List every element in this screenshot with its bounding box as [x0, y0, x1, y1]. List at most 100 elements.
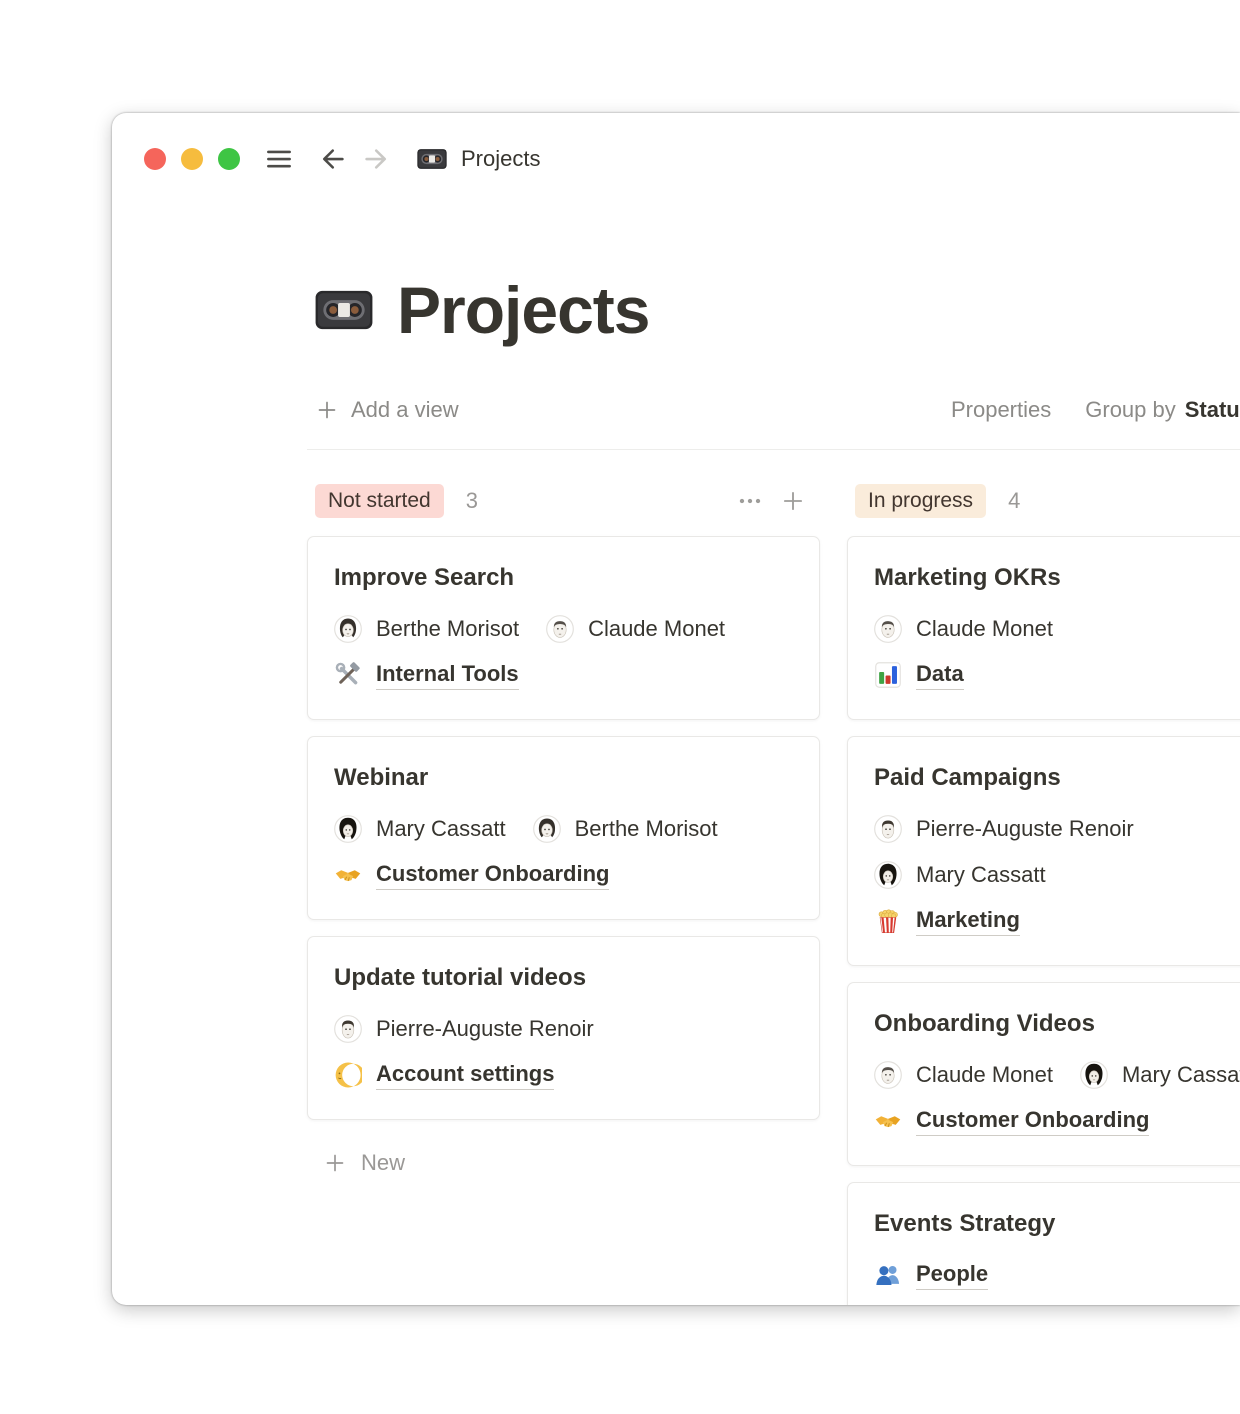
relation-link[interactable]: Account settings	[376, 1061, 554, 1090]
titlebar: Projects	[112, 113, 1240, 205]
traffic-light-zoom[interactable]	[218, 148, 240, 170]
group-by-label: Group by	[1085, 397, 1176, 422]
person-name: Berthe Morisot	[376, 616, 519, 642]
handshake-icon	[334, 861, 362, 889]
person-name: Berthe Morisot	[575, 816, 718, 842]
status-badge[interactable]: Not started	[315, 484, 444, 518]
link-row: Customer Onboarding	[334, 859, 793, 891]
add-view-label: Add a view	[351, 397, 459, 423]
status-badge[interactable]: In progress	[855, 484, 986, 518]
people-row: Mary Cassatt Berthe Morisot	[334, 813, 793, 845]
relation-link[interactable]: Marketing	[916, 907, 1020, 936]
busts-in-silhouette-icon	[874, 1261, 902, 1289]
person-name: Pierre-Auguste Renoir	[376, 1016, 594, 1042]
people-row: Pierre-Auguste Renoir	[874, 813, 1240, 845]
avatar-mary-cassatt	[874, 861, 902, 889]
page-content: Projects Add a view Properties Group by S…	[112, 277, 1240, 1305]
card-marketing-okrs[interactable]: Marketing OKRs Claude Monet Data	[847, 536, 1240, 720]
sidebar-menu-icon[interactable]	[264, 144, 294, 174]
person: Claude Monet	[874, 1061, 1053, 1089]
traffic-light-minimize[interactable]	[181, 148, 203, 170]
videocassette-icon	[313, 279, 375, 341]
column-in-progress: In progress 4 Marketing OKRs Claude Mone…	[847, 482, 1240, 1305]
group-by-value: Status	[1185, 397, 1240, 422]
card-title: Webinar	[334, 763, 793, 793]
more-options-icon[interactable]	[737, 488, 763, 514]
kanban-board: Not started 3 Improve Search Berthe Mori…	[307, 482, 1240, 1305]
link-row: Account settings	[334, 1059, 793, 1091]
column-header: In progress 4	[847, 482, 1240, 520]
column-actions	[737, 488, 820, 514]
avatar-mary-cassatt	[334, 815, 362, 843]
column-count: 4	[1008, 488, 1020, 514]
person: Claude Monet	[546, 615, 725, 643]
group-by-button[interactable]: Group by Status	[1085, 397, 1240, 423]
page-title-row: Projects	[307, 277, 1240, 343]
card-title: Events Strategy	[874, 1209, 1240, 1239]
relation-link[interactable]: Customer Onboarding	[376, 861, 609, 890]
column-not-started: Not started 3 Improve Search Berthe Mori…	[307, 482, 820, 1305]
add-card-icon[interactable]	[780, 488, 806, 514]
videocassette-icon	[416, 143, 448, 175]
relation-link[interactable]: Customer Onboarding	[916, 1107, 1149, 1136]
person: Mary Cassatt	[874, 861, 1046, 889]
people-row: Claude Monet	[874, 613, 1240, 645]
forward-arrow-icon[interactable]	[361, 144, 391, 174]
card-title: Improve Search	[334, 563, 793, 593]
people-row: Claude Monet Mary Cassatt	[874, 1059, 1240, 1091]
traffic-light-close[interactable]	[144, 148, 166, 170]
relation-link[interactable]: Internal Tools	[376, 661, 519, 690]
toolbar-right: Properties Group by Status	[951, 391, 1240, 429]
hammer-and-wrench-icon	[334, 661, 362, 689]
person: Berthe Morisot	[533, 815, 718, 843]
person-name: Mary Cassatt	[376, 816, 506, 842]
person: Pierre-Auguste Renoir	[874, 815, 1134, 843]
plus-icon	[315, 398, 339, 422]
back-arrow-icon[interactable]	[318, 144, 348, 174]
people-row: Pierre-Auguste Renoir	[334, 1013, 793, 1045]
avatar-pierre-auguste-renoir	[874, 815, 902, 843]
person-name: Claude Monet	[588, 616, 725, 642]
divider	[307, 449, 1240, 450]
person: Berthe Morisot	[334, 615, 519, 643]
new-card-label: New	[361, 1150, 405, 1176]
person-name: Mary Cassatt	[1122, 1062, 1240, 1088]
people-row: Mary Cassatt	[874, 859, 1240, 891]
add-view-button[interactable]: Add a view	[307, 397, 459, 423]
page-title: Projects	[397, 277, 649, 343]
avatar-claude-monet	[874, 615, 902, 643]
card-title: Update tutorial videos	[334, 963, 793, 993]
person-name: Claude Monet	[916, 616, 1053, 642]
new-card-button[interactable]: New	[307, 1150, 820, 1176]
link-row: Internal Tools	[334, 659, 793, 691]
properties-button[interactable]: Properties	[951, 397, 1051, 423]
link-row: Customer Onboarding	[874, 1105, 1240, 1137]
card-update-tutorial-videos[interactable]: Update tutorial videos Pierre-Auguste Re…	[307, 936, 820, 1120]
person: Claude Monet	[874, 615, 1053, 643]
card-title: Onboarding Videos	[874, 1009, 1240, 1039]
avatar-claude-monet	[546, 615, 574, 643]
avatar-berthe-morisot	[533, 815, 561, 843]
handshake-icon	[874, 1107, 902, 1135]
view-toolbar: Add a view Properties Group by Status	[307, 391, 1240, 429]
card-paid-campaigns[interactable]: Paid Campaigns Pierre-Auguste Renoir Mar…	[847, 736, 1240, 966]
avatar-mary-cassatt	[1080, 1061, 1108, 1089]
app-window: Projects Projects Add a view Properties …	[112, 113, 1240, 1305]
card-onboarding-videos[interactable]: Onboarding Videos Claude Monet Mary Cass…	[847, 982, 1240, 1166]
person-name: Claude Monet	[916, 1062, 1053, 1088]
popcorn-icon	[874, 907, 902, 935]
avatar-berthe-morisot	[334, 615, 362, 643]
card-webinar[interactable]: Webinar Mary Cassatt Berthe Morisot	[307, 736, 820, 920]
breadcrumb-page-title[interactable]: Projects	[461, 146, 540, 172]
link-row: People	[874, 1259, 1240, 1291]
link-row: Marketing	[874, 905, 1240, 937]
relation-link[interactable]: Data	[916, 661, 964, 690]
card-events-strategy[interactable]: Events Strategy People	[847, 1182, 1240, 1305]
card-improve-search[interactable]: Improve Search Berthe Morisot Claude Mon…	[307, 536, 820, 720]
person: Pierre-Auguste Renoir	[334, 1015, 594, 1043]
people-row: Berthe Morisot Claude Monet	[334, 613, 793, 645]
person: Mary Cassatt	[1080, 1061, 1240, 1089]
card-title: Paid Campaigns	[874, 763, 1240, 793]
person: Mary Cassatt	[334, 815, 506, 843]
relation-link[interactable]: People	[916, 1261, 988, 1290]
